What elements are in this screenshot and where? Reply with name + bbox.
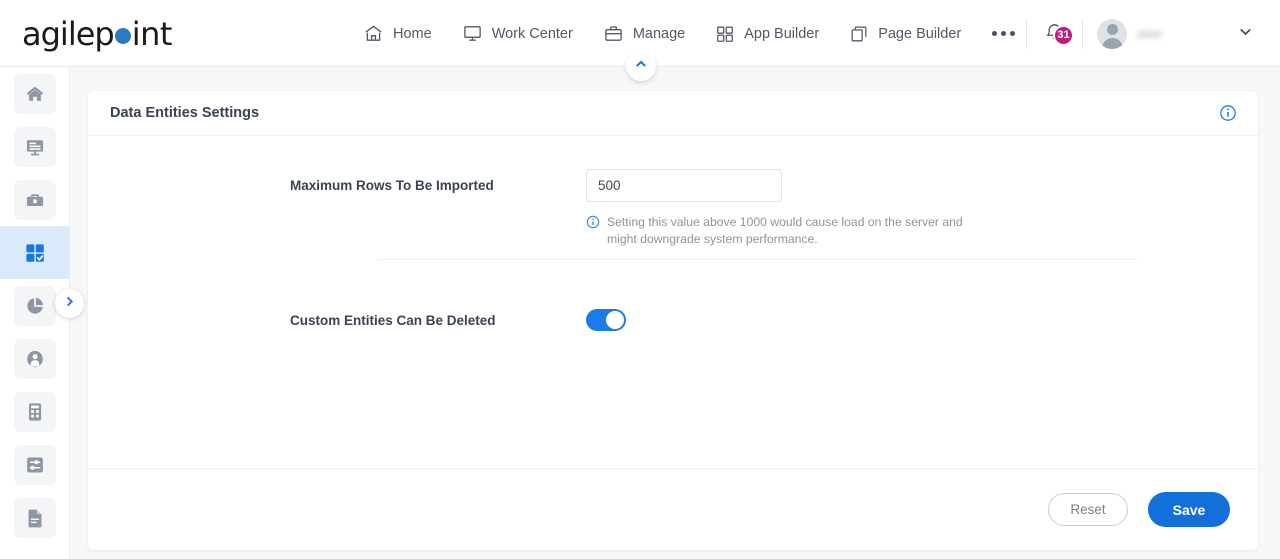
briefcase-icon [14, 179, 56, 220]
pages-icon [849, 24, 869, 44]
nav-label-home: Home [393, 25, 432, 42]
document-icon [14, 497, 56, 538]
agilepoint-logo[interactable]: agilep int [22, 15, 172, 53]
chevron-right-icon [63, 295, 76, 313]
nav-more-button[interactable] [976, 0, 1031, 67]
grid-icon [715, 24, 735, 44]
nav-label-manage: Manage [632, 25, 686, 42]
header-collapse-button[interactable] [626, 51, 656, 81]
notification-badge: 31 [1053, 24, 1074, 46]
field-row-max-rows: Maximum Rows To Be Imported Setting this… [290, 169, 1050, 248]
sidebar-item-documents[interactable] [0, 491, 70, 544]
sidebar-item-users[interactable] [0, 332, 70, 385]
pie-chart-icon [14, 285, 56, 326]
save-button[interactable]: Save [1148, 492, 1230, 527]
notifications-button[interactable]: 31 [1027, 20, 1082, 48]
chevron-down-icon [1237, 23, 1254, 45]
sidebar-item-manage[interactable] [0, 173, 70, 226]
custom-entities-delete-toggle[interactable] [586, 308, 626, 331]
sidebar-item-calculator[interactable] [0, 385, 70, 438]
nav-label-app-builder: App Builder [744, 25, 820, 42]
card-footer: Reset Save [88, 468, 1258, 550]
user-name: ••••• [1137, 25, 1162, 42]
sliders-icon [14, 444, 56, 485]
logo-dot-icon [114, 28, 131, 44]
sidebar-item-settings[interactable] [0, 438, 70, 491]
nav-label-page-builder: Page Builder [878, 25, 962, 42]
avatar [1097, 18, 1127, 49]
nav-item-app-builder[interactable]: App Builder [700, 0, 834, 67]
home-icon [363, 23, 384, 44]
info-circle-icon[interactable] [1219, 104, 1237, 127]
main-navigation: Home Work Center Manage App Builder Page… [348, 0, 1031, 67]
nav-item-home[interactable]: Home [348, 0, 447, 67]
info-circle-icon [586, 215, 600, 234]
nav-item-page-builder[interactable]: Page Builder [834, 0, 976, 67]
ellipsis-icon [1001, 31, 1007, 36]
page-title: Data Entities Settings [110, 105, 260, 121]
card-body: Maximum Rows To Be Imported Setting this… [88, 136, 1258, 477]
grid-check-icon [14, 233, 56, 273]
field-label-max-rows: Maximum Rows To Be Imported [290, 178, 494, 193]
field-label-custom-entities-delete: Custom Entities Can Be Deleted [290, 312, 496, 328]
monitor-icon [14, 126, 56, 167]
sidebar-item-app-builder[interactable] [0, 226, 70, 279]
monitor-icon [462, 23, 483, 44]
sidebar-expand-button[interactable] [55, 289, 84, 318]
settings-card: Data Entities Settings Maximum Rows To B… [88, 91, 1258, 550]
hint-text: Setting this value above 1000 would caus… [607, 215, 963, 246]
sidebar-item-home[interactable] [0, 67, 70, 120]
chevron-up-icon [634, 57, 648, 76]
card-header: Data Entities Settings [88, 91, 1258, 136]
home-icon [14, 73, 56, 114]
ellipsis-icon [992, 31, 998, 36]
sidebar-item-work-center[interactable] [0, 120, 70, 173]
field-row-custom-entities-delete: Custom Entities Can Be Deleted [290, 304, 1050, 331]
header-right-section: 31 ••••• [1026, 0, 1280, 67]
user-menu[interactable]: ••••• [1083, 18, 1203, 49]
nav-item-work-center[interactable]: Work Center [447, 0, 588, 67]
logo-text-part1: agilep [22, 15, 115, 53]
field-divider [378, 259, 1138, 260]
calculator-icon [14, 391, 56, 432]
user-menu-caret-button[interactable] [1203, 23, 1280, 45]
logo-text-part2: int [131, 15, 173, 53]
toggle-knob [606, 310, 624, 329]
user-icon [14, 338, 56, 379]
ellipsis-icon [1010, 31, 1016, 36]
max-rows-input[interactable] [586, 169, 782, 202]
briefcase-icon [603, 23, 624, 44]
nav-label-work-center: Work Center [491, 25, 573, 42]
reset-button[interactable]: Reset [1048, 493, 1128, 526]
field-hint-max-rows: Setting this value above 1000 would caus… [586, 214, 986, 248]
